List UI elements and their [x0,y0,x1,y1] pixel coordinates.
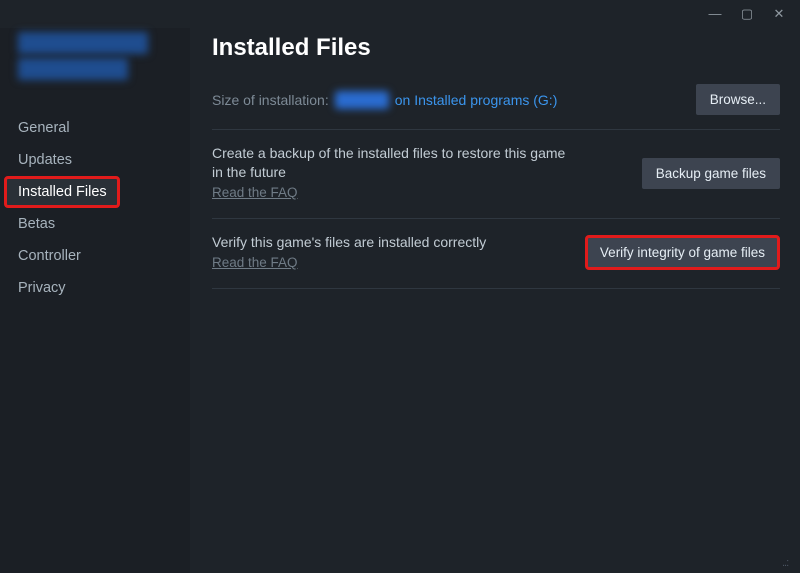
body: General Updates Installed Files Betas Co… [0,28,800,573]
sidebar-item-betas[interactable]: Betas [0,208,190,240]
size-label: Size of installation: [212,92,329,108]
sidebar-item-label: Updates [18,152,72,168]
titlebar: — ▢ ✕ [0,0,800,28]
redacted-size-value [335,91,389,109]
verify-section: Verify this game's files are installed c… [212,218,780,289]
sidebar-item-label: Controller [18,248,81,264]
verify-description: Verify this game's files are installed c… [212,233,486,272]
sidebar-item-label: Privacy [18,280,66,296]
install-size-text: Size of installation: on Installed progr… [212,91,557,109]
install-size-row: Size of installation: on Installed progr… [212,84,780,115]
sidebar-item-label: Betas [18,216,55,232]
properties-window: — ▢ ✕ General Updates Installed Files [0,0,800,573]
sidebar-item-label: Installed Files [18,184,107,200]
backup-section: Create a backup of the installed files t… [212,129,780,218]
maximize-button[interactable]: ▢ [738,5,756,23]
sidebar-item-updates[interactable]: Updates [0,144,190,176]
verify-integrity-button[interactable]: Verify integrity of game files [585,235,780,270]
sidebar-item-privacy[interactable]: Privacy [0,272,190,304]
page-title: Installed Files [212,34,780,62]
backup-faq-link[interactable]: Read the FAQ [212,184,298,202]
backup-text: Create a backup of the installed files t… [212,145,565,180]
sidebar-item-general[interactable]: General [0,112,190,144]
sidebar-item-label: General [18,120,70,136]
backup-game-files-button[interactable]: Backup game files [642,158,780,189]
install-disk-link[interactable]: on Installed programs (G:) [395,92,558,108]
redacted-game-title [18,58,128,80]
redacted-game-title [18,32,148,54]
sidebar: General Updates Installed Files Betas Co… [0,28,190,573]
game-title-area [18,30,174,90]
main-panel: Installed Files Size of installation: on… [190,28,800,573]
sidebar-item-installed-files[interactable]: Installed Files [4,176,120,208]
sidebar-items: General Updates Installed Files Betas Co… [0,108,190,304]
verify-text: Verify this game's files are installed c… [212,234,486,250]
close-button[interactable]: ✕ [770,5,788,23]
sidebar-item-controller[interactable]: Controller [0,240,190,272]
verify-faq-link[interactable]: Read the FAQ [212,254,298,272]
browse-button[interactable]: Browse... [696,84,780,115]
backup-description: Create a backup of the installed files t… [212,144,572,202]
minimize-button[interactable]: — [706,5,724,23]
